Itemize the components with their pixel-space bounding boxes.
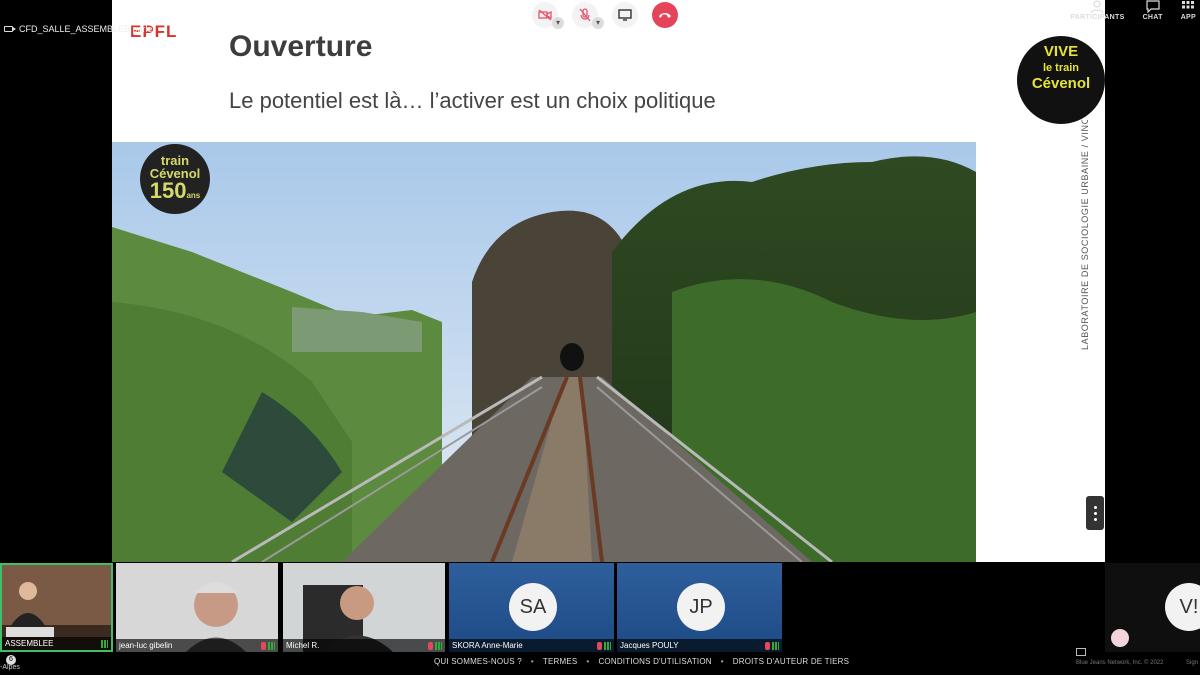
apps-button[interactable]: APP: [1181, 0, 1196, 26]
call-controls: ▾ ▾: [532, 2, 678, 30]
signal-strength-icon: [435, 642, 442, 650]
signal-strength-icon: [604, 642, 611, 650]
dot-icon: [1093, 511, 1097, 515]
participants-icon: [1090, 0, 1105, 13]
mic-off-icon: [579, 8, 591, 22]
apps-grid-icon: [1182, 1, 1195, 9]
sign-link[interactable]: Sign: [1186, 660, 1198, 666]
footer-link-copyright[interactable]: DROITS D'AUTEUR DE TIERS: [733, 657, 849, 666]
slide-title: Ouverture: [229, 30, 373, 63]
chat-icon: [1146, 0, 1160, 13]
footer-link-conditions[interactable]: CONDITIONS D'UTILISATION: [598, 657, 711, 666]
participant-name: Jacques POULY: [617, 639, 782, 652]
avatar: JP: [677, 583, 725, 631]
copyright-text: Blue Jeans Network, Inc. © 2022: [1076, 660, 1164, 666]
participant-name: jean-luc gibelin: [116, 639, 278, 652]
participants-label: PARTICIPANTS: [1070, 14, 1125, 21]
vive-line-2: le train: [1042, 62, 1080, 74]
chat-button[interactable]: CHAT: [1143, 0, 1163, 26]
video-conference-window: CFD_SALLE_ASSEMBLEE parle ▾ ▾ PARTICIPAN…: [0, 0, 1200, 675]
footer-separator: •: [586, 657, 590, 666]
participant-tile-skora-anne-marie[interactable]: SA SKORA Anne-Marie: [449, 563, 614, 652]
participant-thumbnails: ASSEMBLEE jean-luc gibelin Michel R. SA …: [0, 563, 782, 652]
chat-label: CHAT: [1142, 14, 1163, 21]
self-view-tile[interactable]: V!: [1105, 563, 1200, 652]
participants-button[interactable]: PARTICIPANTS: [1070, 0, 1124, 26]
participant-name: ASSEMBLEE: [2, 637, 111, 650]
screen-share-button[interactable]: [612, 2, 638, 28]
mic-muted-icon: [428, 642, 433, 650]
mic-toggle-button[interactable]: ▾: [572, 2, 604, 29]
end-call-button[interactable]: [652, 2, 678, 28]
vive-line-1: VIVE: [1043, 43, 1079, 60]
dot-icon: [1093, 505, 1097, 509]
signal-strength-icon: [772, 642, 779, 650]
avatar: SA: [509, 583, 557, 631]
dot-icon: [1093, 517, 1097, 521]
apps-label: APP: [1180, 14, 1196, 21]
signal-strength-icon: [101, 640, 108, 648]
railway-bridge-photo: [112, 142, 976, 562]
participant-tile-assemblee[interactable]: ASSEMBLEE: [0, 563, 113, 652]
train-cevenol-150-logo: train Cévenol 150ans: [140, 144, 210, 214]
mic-options-chevron-icon[interactable]: ▾: [592, 17, 604, 29]
slide-vertical-caption: LABORATOIRE DE SOCIOLOGIE URBAINE / VINC…: [1080, 120, 1090, 350]
participant-tile-jean-luc-gibelin[interactable]: jean-luc gibelin: [116, 563, 278, 652]
badge-line-4: ans: [186, 191, 201, 200]
footer-separator: •: [720, 657, 724, 666]
active-speaker-indicator: CFD_SALLE_ASSEMBLEE parle: [0, 20, 153, 38]
region-label: -Alpes: [0, 664, 20, 671]
camera-toggle-button[interactable]: ▾: [532, 2, 564, 29]
footer-separator: •: [530, 657, 534, 666]
camera-off-icon: [1111, 629, 1129, 647]
camera-options-chevron-icon[interactable]: ▾: [552, 17, 564, 29]
camera-off-icon: [538, 9, 552, 21]
slide-subtitle: Le potentiel est là… l’activer est un ch…: [229, 88, 716, 113]
footer-link-about[interactable]: QUI SOMMES-NOUS ?: [434, 657, 522, 666]
footer-link-terms[interactable]: TERMES: [543, 657, 578, 666]
vive-le-train-cevenol-logo: VIVE le train Cévenol: [1017, 36, 1105, 124]
monitor-icon: [618, 9, 632, 21]
top-right-menu: PARTICIPANTS CHAT APP: [1070, 0, 1200, 26]
avatar: V!: [1165, 583, 1200, 631]
photo-illustration: [112, 142, 976, 562]
hang-up-icon: [659, 13, 671, 18]
video-camera-icon: [4, 26, 16, 32]
vive-line-3: Cévenol: [1031, 75, 1091, 92]
mic-muted-icon: [261, 642, 266, 650]
footer-links: QUI SOMMES-NOUS ? • TERMES • CONDITIONS …: [434, 657, 849, 666]
mic-muted-icon: [597, 642, 602, 650]
participant-name: SKORA Anne-Marie: [449, 639, 614, 652]
signal-strength-icon: [268, 642, 275, 650]
participant-tile-michel-r[interactable]: Michel R.: [283, 563, 445, 652]
expand-icon[interactable]: [1076, 648, 1086, 656]
active-speaker-label: CFD_SALLE_ASSEMBLEE parle: [19, 24, 153, 34]
side-more-menu-button[interactable]: [1086, 496, 1104, 530]
participant-name: Michel R.: [283, 639, 445, 652]
mic-muted-icon: [765, 642, 770, 650]
badge-line-3: 150: [149, 178, 187, 203]
footer: QUI SOMMES-NOUS ? • TERMES • CONDITIONS …: [0, 652, 1200, 675]
participant-tile-jacques-pouly[interactable]: JP Jacques POULY: [617, 563, 782, 652]
shared-presentation-slide: EPFL Ouverture Le potentiel est là… l’ac…: [112, 0, 1105, 562]
